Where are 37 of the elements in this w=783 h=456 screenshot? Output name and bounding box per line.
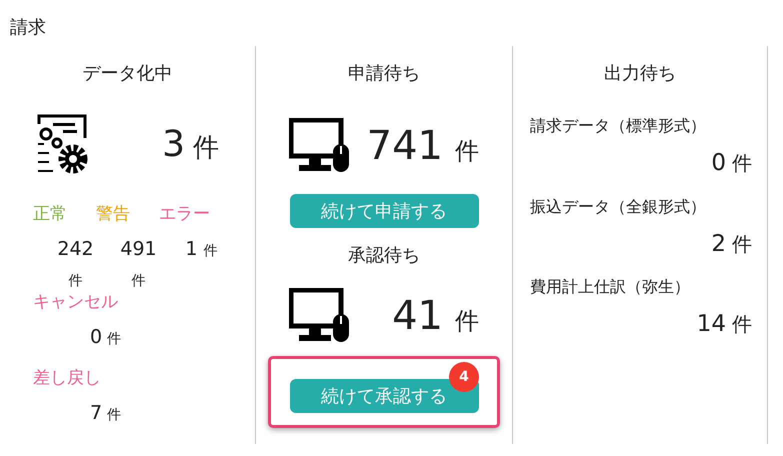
column-heading: 出力待ち xyxy=(603,62,677,86)
count-unit: 件 xyxy=(455,136,479,167)
continue-button[interactable]: 続けて申請する xyxy=(290,194,478,228)
status-count: 1 件 xyxy=(184,236,219,262)
status-label: 正常 xyxy=(33,203,68,226)
count-value: 3 xyxy=(162,123,185,167)
status-count: 491 件 xyxy=(119,236,158,290)
count-value: 2 xyxy=(711,230,726,258)
output-label: 費用計上仕訳（弥生） xyxy=(529,276,691,298)
output-label: 振込データ（全銀形式） xyxy=(529,196,707,218)
count-value: 7 xyxy=(90,401,102,426)
count-unit: 件 xyxy=(193,132,219,165)
status-label: 警告 xyxy=(96,203,131,226)
count-value: 14 xyxy=(696,310,726,339)
count-unit: 件 xyxy=(732,150,752,177)
computer-mouse-icon xyxy=(289,288,351,344)
count-unit: 件 xyxy=(107,330,122,349)
count-unit: 件 xyxy=(455,306,479,337)
data-gears-icon xyxy=(37,114,89,176)
column-heading: データ化中 xyxy=(82,62,174,86)
column-heading: 申請待ち xyxy=(348,62,420,86)
section-title: 請求 xyxy=(9,16,47,40)
count-unit: 件 xyxy=(732,230,752,258)
status-count: 242 件 xyxy=(56,236,95,290)
count-value: 0 xyxy=(90,325,102,350)
count-value: 741 xyxy=(366,122,443,171)
computer-mouse-icon xyxy=(289,118,351,174)
output-label: 請求データ（標準形式） xyxy=(529,115,707,137)
count-badge: 4 xyxy=(449,362,479,392)
count-unit: 件 xyxy=(732,311,752,338)
count-value: 0 xyxy=(711,149,726,178)
column-heading: 承認待ち xyxy=(348,244,420,268)
status-label: キャンセル xyxy=(32,290,119,314)
count-value: 41 xyxy=(392,292,443,341)
status-label: 差し戻し xyxy=(32,366,102,390)
status-label: エラー xyxy=(159,203,211,226)
count-unit: 件 xyxy=(107,406,122,425)
